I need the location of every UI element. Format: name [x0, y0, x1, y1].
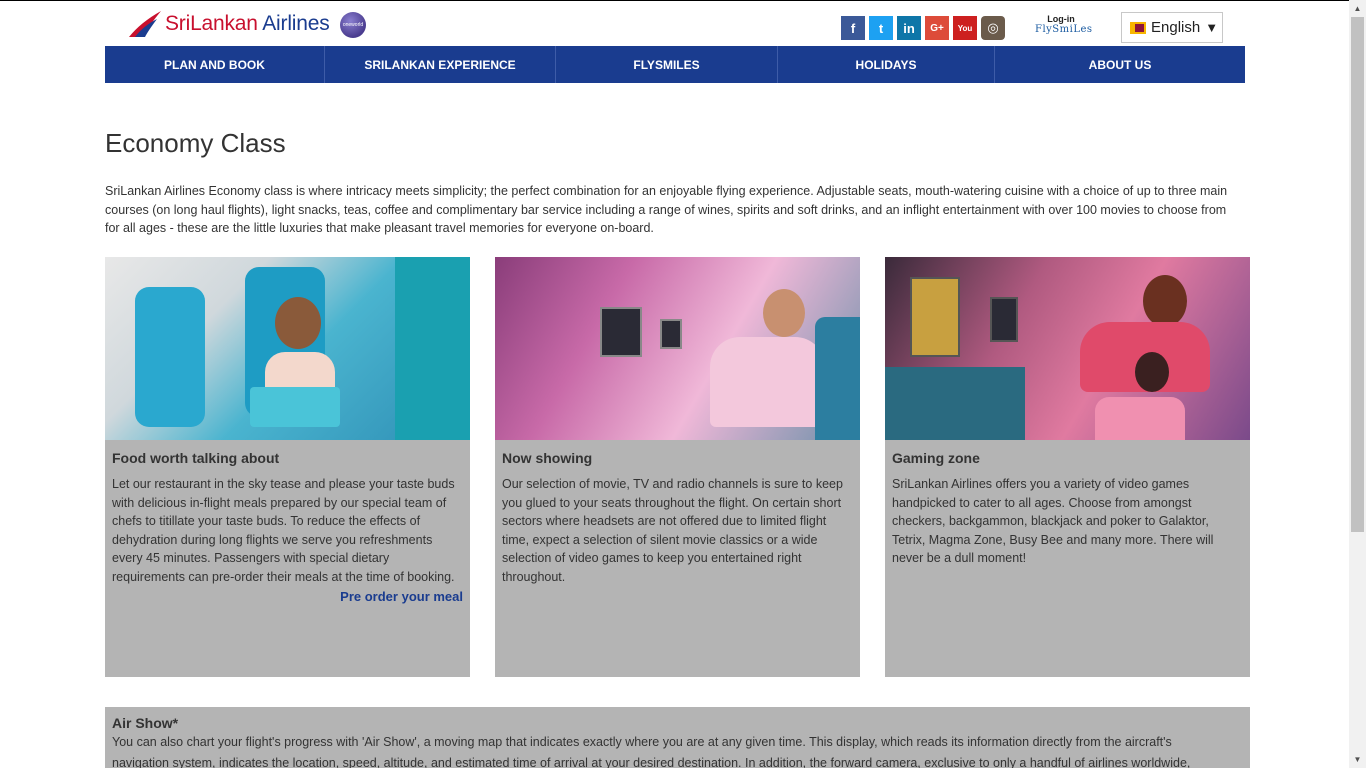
attendant-shape — [395, 257, 470, 440]
language-label: English — [1151, 19, 1201, 36]
pre-order-meal-link[interactable]: Pre order your meal — [112, 589, 463, 604]
seat-shape — [135, 287, 205, 427]
nav-flysmiles[interactable]: FLYSMILES — [556, 46, 778, 83]
social-links: f t in G+ You ◎ — [841, 16, 1005, 40]
twitter-icon[interactable]: t — [869, 16, 893, 40]
air-show-text-line: navigation system, indicates the locatio… — [112, 755, 1191, 768]
card-title: Gaming zone — [892, 450, 980, 466]
passenger-head — [275, 297, 321, 349]
card-text: SriLankan Airlines offers you a variety … — [892, 477, 1214, 566]
peacock-logo-icon — [129, 11, 161, 37]
meal-tray — [250, 387, 340, 427]
linkedin-icon[interactable]: in — [897, 16, 921, 40]
card-text: Let our restaurant in the sky tease and … — [112, 477, 455, 584]
google-plus-icon[interactable]: G+ — [925, 16, 949, 40]
main-nav: PLAN AND BOOK SRILANKAN EXPERIENCE FLYSM… — [105, 46, 1245, 83]
vertical-scrollbar[interactable]: ▲ ▼ — [1349, 0, 1366, 768]
passenger-head — [1143, 275, 1187, 327]
facebook-icon[interactable]: f — [841, 16, 865, 40]
scroll-up-icon[interactable]: ▲ — [1349, 0, 1366, 17]
entertainment-image — [495, 257, 860, 440]
top-border — [0, 0, 1349, 1]
air-show-section: Air Show* You can also chart your flight… — [105, 707, 1250, 768]
sri-lanka-flag-icon — [1130, 21, 1146, 34]
child-body — [1095, 397, 1185, 440]
login-label: Log-in — [1047, 14, 1075, 24]
logo-text: SriLankan Airlines — [165, 12, 330, 35]
seatback-screen — [910, 277, 960, 357]
card-title: Food worth talking about — [112, 450, 280, 466]
language-selector[interactable]: English ▼ — [1121, 12, 1223, 43]
card-text: Our selection of movie, TV and radio cha… — [502, 477, 843, 584]
seat-shape — [885, 367, 1025, 440]
youtube-icon[interactable]: You — [953, 16, 977, 40]
feature-card-food: Food worth talking about Let our restaur… — [105, 257, 470, 677]
air-show-title: Air Show* — [112, 715, 179, 731]
food-image — [105, 257, 470, 440]
oneworld-logo[interactable]: oneworld — [340, 12, 366, 38]
card-title: Now showing — [502, 450, 593, 466]
feature-card-gaming-zone: Gaming zone SriLankan Airlines offers yo… — [885, 257, 1250, 677]
seatback-screen — [990, 297, 1018, 342]
child-head — [1135, 352, 1169, 392]
seatback-screen — [660, 319, 682, 349]
instagram-icon[interactable]: ◎ — [981, 16, 1005, 40]
passenger-body — [710, 337, 825, 427]
air-show-text-line: You can also chart your flight's progres… — [112, 735, 1172, 749]
srilankan-logo[interactable]: SriLankan Airlines — [127, 8, 330, 40]
seat-shape — [815, 317, 860, 440]
gaming-image — [885, 257, 1250, 440]
nav-about-us[interactable]: ABOUT US — [995, 46, 1245, 83]
seatback-screen — [600, 307, 642, 357]
flysmiles-login[interactable]: Log-in FlySmiLes — [1035, 14, 1093, 35]
nav-srilankan-experience[interactable]: SRILANKAN EXPERIENCE — [325, 46, 556, 83]
chevron-down-icon: ▼ — [1205, 20, 1219, 35]
intro-paragraph: SriLankan Airlines Economy class is wher… — [105, 184, 1228, 235]
feature-card-now-showing: Now showing Our selection of movie, TV a… — [495, 257, 860, 677]
nav-holidays[interactable]: HOLIDAYS — [778, 46, 995, 83]
scroll-down-icon[interactable]: ▼ — [1349, 751, 1366, 768]
scroll-thumb[interactable] — [1351, 17, 1364, 532]
passenger-head — [763, 289, 805, 337]
page-title: Economy Class — [105, 128, 286, 158]
nav-plan-and-book[interactable]: PLAN AND BOOK — [105, 46, 325, 83]
flysmiles-label: FlySmiLes — [1035, 24, 1093, 35]
